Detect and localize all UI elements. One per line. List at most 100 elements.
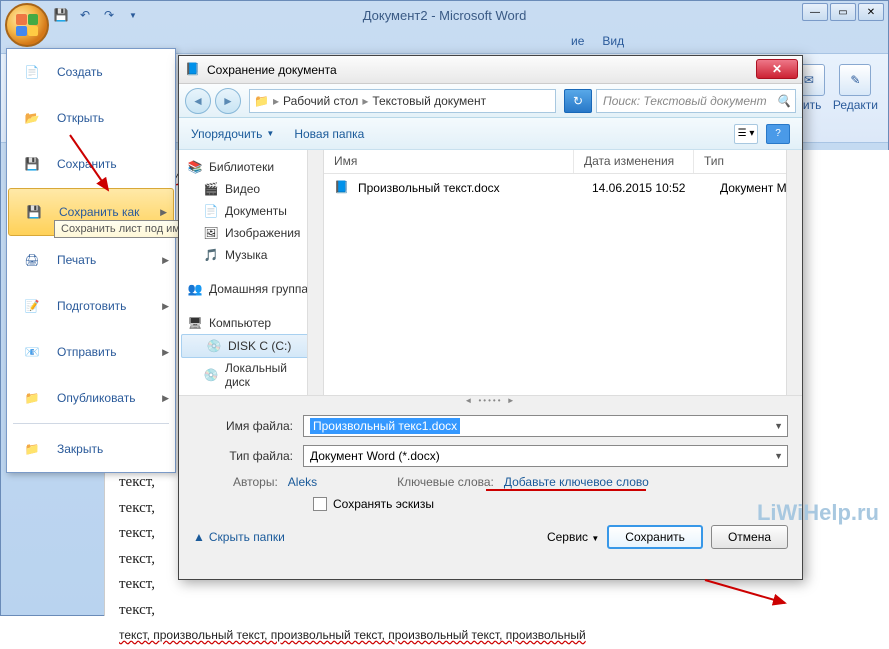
help-button[interactable]: ? — [766, 124, 790, 144]
qat-save-icon[interactable]: 💾 — [51, 5, 71, 25]
qat-undo-icon[interactable]: ↶ — [75, 5, 95, 25]
view-button[interactable]: ☰ ▾ — [734, 124, 758, 144]
tab-view[interactable]: Вид — [602, 34, 624, 48]
menu-create[interactable]: 📄 Создать — [7, 49, 175, 95]
close-button[interactable]: ✕ — [858, 3, 884, 21]
folder-tree: 📚Библиотеки 🎬Видео 📄Документы 🖼Изображен… — [179, 150, 324, 395]
tree-homegroup[interactable]: 👥Домашняя группа — [179, 278, 323, 300]
tree-pictures[interactable]: 🖼Изображения — [179, 222, 323, 244]
office-button[interactable] — [5, 3, 49, 47]
save-button[interactable]: Сохранить — [607, 525, 703, 549]
disk-icon: 💿 — [203, 367, 219, 383]
dialog-close-button[interactable]: ✕ — [756, 59, 798, 79]
dialog-toolbar: Упорядочить ▼ Новая папка ☰ ▾ ? — [179, 118, 802, 150]
prepare-icon: 📝 — [17, 291, 47, 321]
file-row[interactable]: 📘 Произвольный текст.docx 14.06.2015 10:… — [324, 174, 802, 202]
titlebar: 💾 ↶ ↷ ▼ Документ2 - Microsoft Word — ▭ ✕ — [1, 1, 888, 29]
keywords-value[interactable]: Добавьте ключевое слово — [504, 475, 649, 489]
search-input[interactable]: Поиск: Текстовый документ 🔍 — [596, 89, 796, 113]
menu-publish[interactable]: 📁 Опубликовать ▶ — [7, 375, 175, 421]
filetype-label: Тип файла: — [193, 449, 303, 463]
menu-prepare[interactable]: 📝 Подготовить ▶ — [7, 283, 175, 329]
publish-icon: 📁 — [17, 383, 47, 413]
new-folder-button[interactable]: Новая папка — [294, 127, 364, 141]
chevron-right-icon: ▶ — [162, 393, 169, 404]
nav-forward-button[interactable]: ► — [215, 88, 241, 114]
documents-icon: 📄 — [203, 203, 219, 219]
watermark: LiWiHelp.ru — [757, 500, 879, 526]
video-icon: 🎬 — [203, 181, 219, 197]
tree-computer[interactable]: 🖥Компьютер — [179, 312, 323, 334]
panel-resizer[interactable]: ◄ ••••• ► — [179, 395, 802, 405]
homegroup-icon: 👥 — [187, 281, 203, 297]
office-menu: 📄 Создать 📂 Открыть 💾 Сохранить 💾 Сохран… — [6, 48, 176, 473]
organize-button[interactable]: Упорядочить ▼ — [191, 127, 274, 141]
tree-video[interactable]: 🎬Видео — [179, 178, 323, 200]
menu-close[interactable]: 📁 Закрыть — [7, 426, 175, 472]
dialog-titlebar: 📘 Сохранение документа ✕ — [179, 56, 802, 84]
authors-value[interactable]: Aleks — [288, 475, 317, 489]
quick-access-toolbar: 💾 ↶ ↷ ▼ — [51, 5, 143, 25]
word-file-icon: 📘 — [185, 62, 201, 78]
authors-label: Авторы: — [233, 475, 278, 489]
tree-disk-c[interactable]: 💿DISK C (C:) — [181, 334, 321, 358]
menu-print[interactable]: 🖨 Печать ▶ — [7, 237, 175, 283]
minimize-button[interactable]: — — [802, 3, 828, 21]
hide-folders-button[interactable]: ▲ Скрыть папки — [193, 530, 285, 544]
chevron-down-icon[interactable]: ▼ — [774, 451, 783, 461]
chevron-right-icon: ▶ — [162, 255, 169, 266]
tree-documents[interactable]: 📄Документы — [179, 200, 323, 222]
chevron-up-icon: ▲ — [193, 530, 205, 544]
ribbon-group-edit[interactable]: ✎ Редакти — [833, 64, 878, 112]
save-thumbnail-checkbox[interactable] — [313, 497, 327, 511]
qat-redo-icon[interactable]: ↷ — [99, 5, 119, 25]
file-scrollbar[interactable] — [786, 150, 802, 395]
col-date[interactable]: Дата изменения — [574, 150, 694, 173]
save-dialog: 📘 Сохранение документа ✕ ◄ ► 📁 ▸ Рабочий… — [178, 55, 803, 580]
save-as-icon: 💾 — [19, 197, 49, 227]
dialog-body: 📚Библиотеки 🎬Видео 📄Документы 🖼Изображен… — [179, 150, 802, 395]
annotation-underline — [486, 489, 646, 491]
chevron-right-icon: ▶ — [162, 301, 169, 312]
breadcrumb[interactable]: 📁 ▸ Рабочий стол ▸ Текстовый документ ▼ — [249, 89, 556, 113]
filename-input[interactable]: Произвольный текс1.docx ▼ — [303, 415, 788, 437]
nav-back-button[interactable]: ◄ — [185, 88, 211, 114]
computer-icon: 🖥 — [187, 315, 203, 331]
annotation-arrow-1 — [60, 130, 120, 200]
window-controls: — ▭ ✕ — [802, 3, 884, 21]
window-title: Документ2 - Microsoft Word — [363, 8, 527, 23]
menu-separator — [13, 423, 169, 424]
search-icon: 🔍 — [776, 94, 791, 108]
annotation-arrow-2 — [700, 575, 800, 615]
tree-local-disk[interactable]: 💿Локальный диск — [179, 358, 323, 392]
folder-open-icon: 📂 — [17, 103, 47, 133]
cancel-button[interactable]: Отмена — [711, 525, 788, 549]
send-icon: 📧 — [17, 337, 47, 367]
office-logo-icon — [16, 14, 38, 36]
file-list: Имя Дата изменения Тип 📘 Произвольный те… — [324, 150, 802, 395]
tree-libraries[interactable]: 📚Библиотеки — [179, 156, 323, 178]
tab-fragment-1[interactable]: ие — [571, 34, 584, 48]
col-name[interactable]: Имя — [324, 150, 574, 173]
refresh-button[interactable]: ↻ — [564, 89, 592, 113]
disk-icon: 💿 — [206, 338, 222, 354]
filetype-select[interactable]: Документ Word (*.docx) ▼ — [303, 445, 788, 467]
save-icon: 💾 — [17, 149, 47, 179]
pictures-icon: 🖼 — [203, 225, 219, 241]
pencil-icon: ✎ — [839, 64, 871, 96]
new-file-icon: 📄 — [17, 57, 47, 87]
libraries-icon: 📚 — [187, 159, 203, 175]
tree-music[interactable]: 🎵Музыка — [179, 244, 323, 266]
filename-label: Имя файла: — [193, 419, 303, 433]
printer-icon: 🖨 — [17, 245, 47, 275]
chevron-down-icon[interactable]: ▼ — [774, 421, 783, 431]
maximize-button[interactable]: ▭ — [830, 3, 856, 21]
dialog-bottom: Имя файла: Произвольный текс1.docx ▼ Тип… — [179, 405, 802, 559]
dialog-nav: ◄ ► 📁 ▸ Рабочий стол ▸ Текстовый докумен… — [179, 84, 802, 118]
close-file-icon: 📁 — [17, 434, 47, 464]
menu-send[interactable]: 📧 Отправить ▶ — [7, 329, 175, 375]
docx-file-icon: 📘 — [334, 180, 350, 196]
tree-scrollbar[interactable] — [307, 150, 323, 395]
qat-dropdown-icon[interactable]: ▼ — [123, 5, 143, 25]
service-button[interactable]: Сервис ▼ — [547, 530, 599, 544]
